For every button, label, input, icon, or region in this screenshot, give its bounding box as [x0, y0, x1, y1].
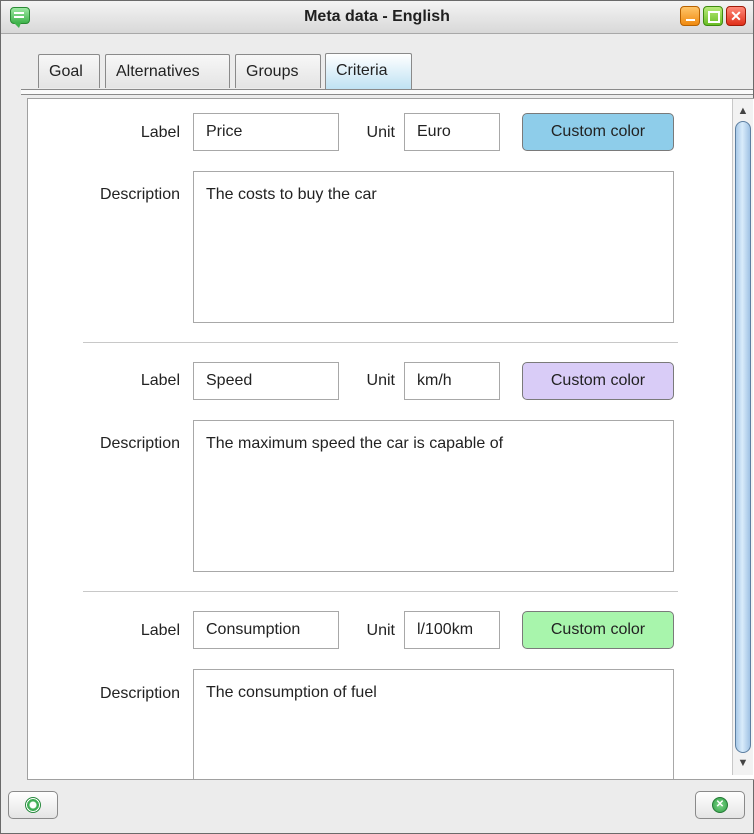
- scroll-up-arrow-icon[interactable]: ▲: [733, 101, 753, 121]
- description-caption: Description: [99, 186, 180, 203]
- description-textarea[interactable]: The consumption of fuel: [193, 669, 674, 779]
- description-caption: Description: [99, 435, 180, 452]
- scrollbar-thumb[interactable]: [735, 121, 751, 753]
- lifebuoy-icon: [25, 797, 41, 813]
- custom-color-button[interactable]: Custom color: [522, 113, 674, 151]
- meta-data-window: Meta data - English Goal Alternatives Gr…: [0, 0, 754, 834]
- maximize-button[interactable]: [703, 6, 723, 26]
- title-bar[interactable]: Meta data - English: [1, 1, 753, 34]
- description-textarea[interactable]: The maximum speed the car is capable of: [193, 420, 674, 572]
- tab-alternatives[interactable]: Alternatives: [105, 54, 230, 88]
- custom-color-button[interactable]: Custom color: [522, 611, 674, 649]
- description-textarea[interactable]: The costs to buy the car: [193, 171, 674, 323]
- unit-caption: Unit: [366, 372, 395, 389]
- label-caption: Label: [140, 124, 180, 141]
- tab-criteria[interactable]: Criteria: [325, 53, 412, 89]
- scroll-down-arrow-icon[interactable]: ▼: [733, 753, 753, 773]
- criteria-panel: Label Price Unit Euro Custom color Descr…: [27, 98, 754, 780]
- window-title: Meta data - English: [304, 8, 450, 25]
- tab-goal[interactable]: Goal: [38, 54, 100, 88]
- custom-color-button[interactable]: Custom color: [522, 362, 674, 400]
- unit-input[interactable]: km/h: [404, 362, 500, 400]
- minimize-button[interactable]: [680, 6, 700, 26]
- unit-input[interactable]: Euro: [404, 113, 500, 151]
- description-caption: Description: [99, 685, 180, 702]
- help-button[interactable]: [8, 791, 58, 819]
- tab-groups[interactable]: Groups: [235, 54, 321, 88]
- label-caption: Label: [140, 372, 180, 389]
- separator: [83, 342, 678, 343]
- close-button[interactable]: ✕: [695, 791, 745, 819]
- separator: [83, 591, 678, 592]
- vertical-scrollbar[interactable]: ▲ ▼: [732, 99, 753, 775]
- tab-divider: [21, 89, 753, 95]
- label-caption: Label: [140, 622, 180, 639]
- tab-bar: Goal Alternatives Groups Criteria: [1, 34, 753, 91]
- unit-input[interactable]: l/100km: [404, 611, 500, 649]
- close-icon: ✕: [712, 797, 728, 813]
- unit-caption: Unit: [366, 622, 395, 639]
- label-input[interactable]: Consumption: [193, 611, 339, 649]
- label-input[interactable]: Speed: [193, 362, 339, 400]
- label-input[interactable]: Price: [193, 113, 339, 151]
- unit-caption: Unit: [366, 124, 395, 141]
- close-window-button[interactable]: [726, 6, 746, 26]
